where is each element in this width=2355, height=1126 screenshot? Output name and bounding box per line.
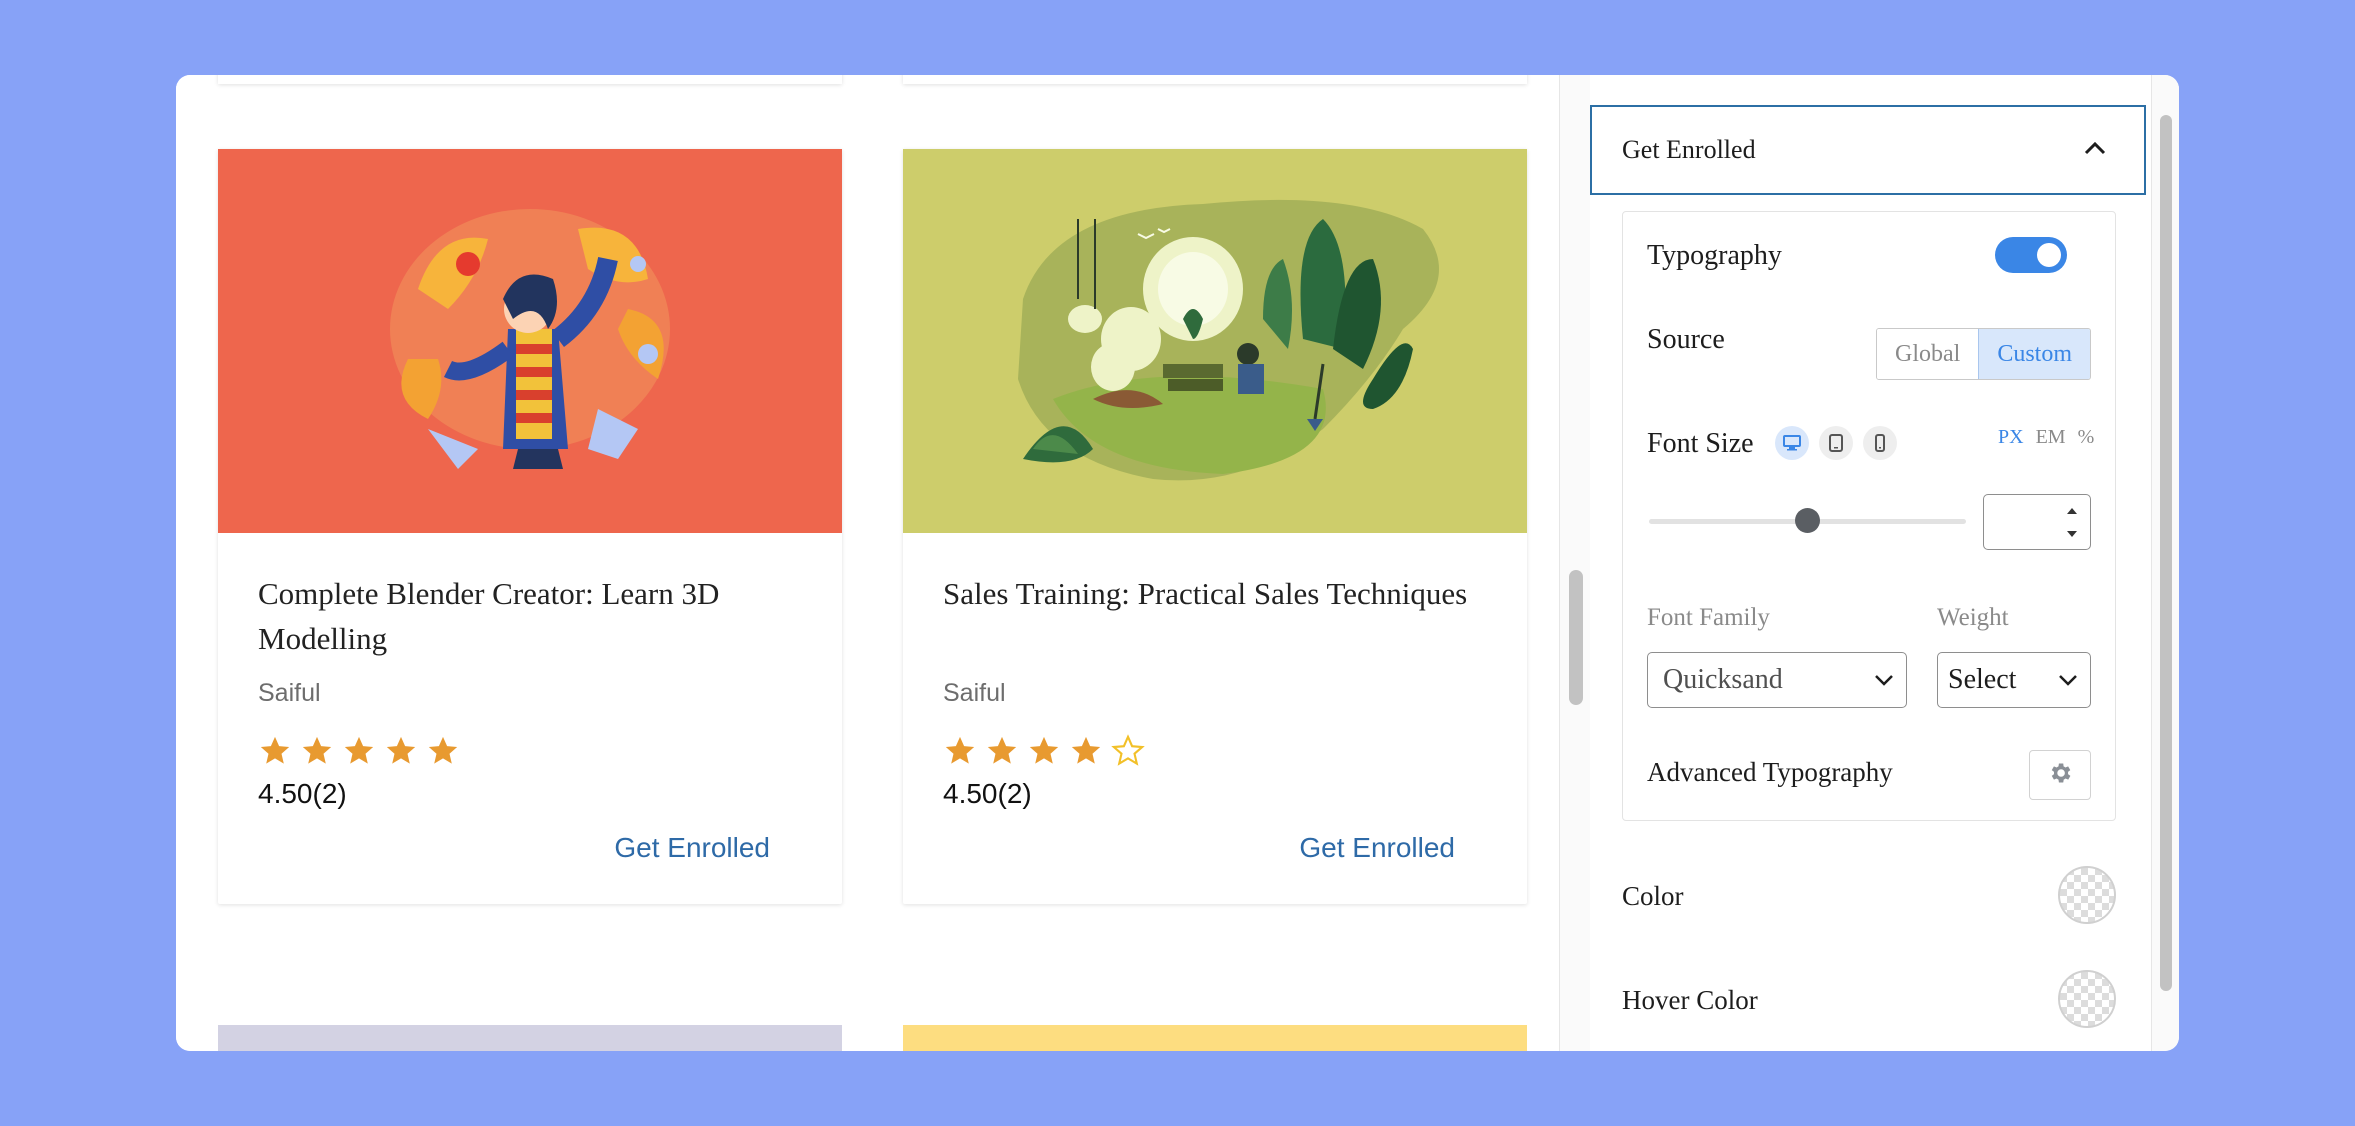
- accordion-title: Get Enrolled: [1622, 135, 1756, 164]
- star-empty-icon: [1111, 734, 1145, 766]
- course-title[interactable]: Sales Training: Practical Sales Techniqu…: [943, 571, 1487, 663]
- source-global-option[interactable]: Global: [1877, 329, 1979, 379]
- hover-color-label: Hover Color: [1622, 985, 1758, 1015]
- unit-switcher: PX EM %: [1998, 426, 2094, 449]
- course-card-stub: [218, 75, 842, 84]
- advanced-typography-button[interactable]: [2029, 750, 2091, 800]
- star-filled-icon: [344, 736, 374, 764]
- unit-px[interactable]: PX: [1998, 426, 2024, 449]
- content-scrollbar[interactable]: [1559, 75, 1591, 1051]
- stepper-up-icon: [2067, 507, 2077, 514]
- weight-select[interactable]: Select: [1937, 652, 2091, 708]
- color-swatch[interactable]: [2058, 866, 2116, 924]
- mobile-icon[interactable]: [1863, 426, 1897, 460]
- app-window: Complete Blender Creator: Learn 3D Model…: [176, 75, 2179, 1051]
- source-custom-option[interactable]: Custom: [1978, 329, 2091, 379]
- star-filled-icon: [1071, 736, 1101, 764]
- star-filled-icon: [260, 736, 290, 764]
- course-card-stub: [903, 75, 1527, 84]
- unit-percent[interactable]: %: [2078, 426, 2095, 449]
- chevron-down-icon: [1875, 675, 1893, 686]
- font-size-slider-handle[interactable]: [1795, 508, 1820, 533]
- advanced-typography-label: Advanced Typography: [1647, 757, 1893, 787]
- device-switcher: [1775, 426, 1897, 460]
- course-author[interactable]: Saiful: [258, 679, 802, 708]
- typography-settings: Typography Source Global Custom Font Siz…: [1622, 211, 2116, 821]
- star-filled-icon: [945, 736, 975, 764]
- source-segmented-control: Global Custom: [1876, 328, 2092, 380]
- course-card-partial[interactable]: [218, 1025, 842, 1051]
- font-family-value: Quicksand: [1663, 664, 1783, 695]
- course-card[interactable]: Sales Training: Practical Sales Techniqu…: [903, 149, 1527, 904]
- course-thumbnail[interactable]: [903, 149, 1527, 533]
- desktop-icon[interactable]: [1775, 426, 1809, 460]
- course-card[interactable]: Complete Blender Creator: Learn 3D Model…: [218, 149, 842, 904]
- rating-value: 4.50(2): [258, 778, 347, 809]
- typography-toggle[interactable]: [1995, 237, 2067, 273]
- course-title[interactable]: Complete Blender Creator: Learn 3D Model…: [258, 571, 802, 663]
- number-stepper[interactable]: [2058, 499, 2086, 545]
- font-size-input[interactable]: [1983, 494, 2091, 550]
- color-label: Color: [1622, 881, 1684, 911]
- panel-scrollbar-thumb[interactable]: [2160, 115, 2172, 991]
- sales-illustration: [903, 149, 1527, 533]
- course-card-partial[interactable]: [903, 1025, 1527, 1051]
- gear-icon: [2047, 760, 2073, 791]
- stepper-down-icon: [2067, 530, 2077, 537]
- get-enrolled-accordion[interactable]: Get Enrolled: [1590, 105, 2146, 195]
- font-family-select[interactable]: Quicksand: [1647, 652, 1907, 708]
- chevron-up-icon[interactable]: [2084, 141, 2106, 160]
- star-filled-icon: [987, 736, 1017, 764]
- rating-value: 4.50(2): [943, 778, 1032, 809]
- typography-label: Typography: [1647, 240, 1782, 271]
- course-author[interactable]: Saiful: [943, 679, 1487, 708]
- star-filled-icon: [302, 736, 332, 764]
- settings-panel: Get Enrolled Typography Source Global Cu…: [1590, 75, 2150, 1051]
- font-family-label: Font Family: [1647, 604, 1770, 631]
- source-label: Source: [1647, 324, 1725, 355]
- star-filled-icon: [386, 736, 416, 764]
- unit-em[interactable]: EM: [2036, 426, 2066, 449]
- star-filled-icon: [428, 736, 458, 764]
- course-thumbnail[interactable]: [218, 149, 842, 533]
- weight-value: Select: [1948, 664, 2017, 695]
- font-size-label: Font Size: [1647, 428, 1754, 459]
- star-filled-icon: [1029, 736, 1059, 764]
- chevron-down-icon: [2059, 675, 2077, 686]
- get-enrolled-link[interactable]: Get Enrolled: [943, 832, 1487, 864]
- blender-illustration: [218, 149, 842, 533]
- hover-color-swatch[interactable]: [2058, 970, 2116, 1028]
- star-rating: [943, 734, 1487, 768]
- content-scrollbar-thumb[interactable]: [1569, 570, 1583, 705]
- course-grid: Complete Blender Creator: Learn 3D Model…: [176, 75, 1559, 1051]
- star-rating: [258, 734, 802, 768]
- tablet-icon[interactable]: [1819, 426, 1853, 460]
- get-enrolled-link[interactable]: Get Enrolled: [258, 832, 802, 864]
- weight-label: Weight: [1937, 604, 2009, 631]
